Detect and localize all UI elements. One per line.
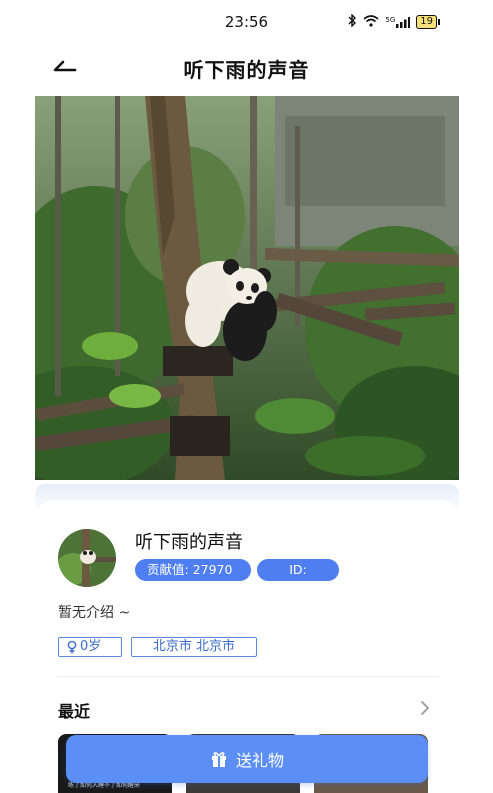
avatar[interactable] bbox=[58, 529, 116, 587]
user-intro: 暂无介绍 ~ bbox=[58, 605, 131, 621]
page-title: 听下雨的声音 bbox=[183, 57, 310, 82]
gift-icon bbox=[211, 752, 226, 767]
gender-age-tag: 0岁 bbox=[58, 637, 122, 657]
send-gift-button[interactable]: 送礼物 bbox=[66, 735, 428, 783]
signal-label: 5G bbox=[385, 15, 396, 24]
recent-section-title: 最近 bbox=[58, 702, 91, 721]
thumbnail-caption: 练了如何入睡不了如何醒来 bbox=[68, 782, 141, 789]
cover-image bbox=[35, 96, 459, 480]
divider bbox=[58, 676, 438, 677]
signal-icon: 5G bbox=[385, 15, 411, 28]
send-gift-label: 送礼物 bbox=[235, 751, 284, 770]
wifi-icon bbox=[363, 14, 379, 30]
back-arrow-icon bbox=[53, 60, 77, 72]
user-id-badge: ID: 10001 bbox=[257, 559, 339, 599]
back-button[interactable] bbox=[44, 54, 84, 82]
location-tag: 北京市 北京市 bbox=[131, 637, 257, 657]
status-icons: 5G 19 bbox=[347, 13, 440, 30]
user-name: 听下雨的声音 bbox=[135, 532, 243, 553]
age-label: 0岁 bbox=[80, 639, 102, 654]
status-time: 23:56 bbox=[224, 13, 269, 31]
contribution-badge: 贡献值: 27970 bbox=[135, 559, 251, 581]
bluetooth-icon bbox=[347, 13, 357, 30]
status-bar: 23:56 5G 19 bbox=[0, 0, 493, 44]
female-icon bbox=[67, 640, 77, 654]
location-label: 北京市 北京市 bbox=[152, 639, 236, 654]
nav-bar: 听下雨的声音 bbox=[0, 44, 493, 92]
chevron-right-icon[interactable] bbox=[418, 700, 432, 716]
battery-icon: 19 bbox=[416, 15, 440, 29]
